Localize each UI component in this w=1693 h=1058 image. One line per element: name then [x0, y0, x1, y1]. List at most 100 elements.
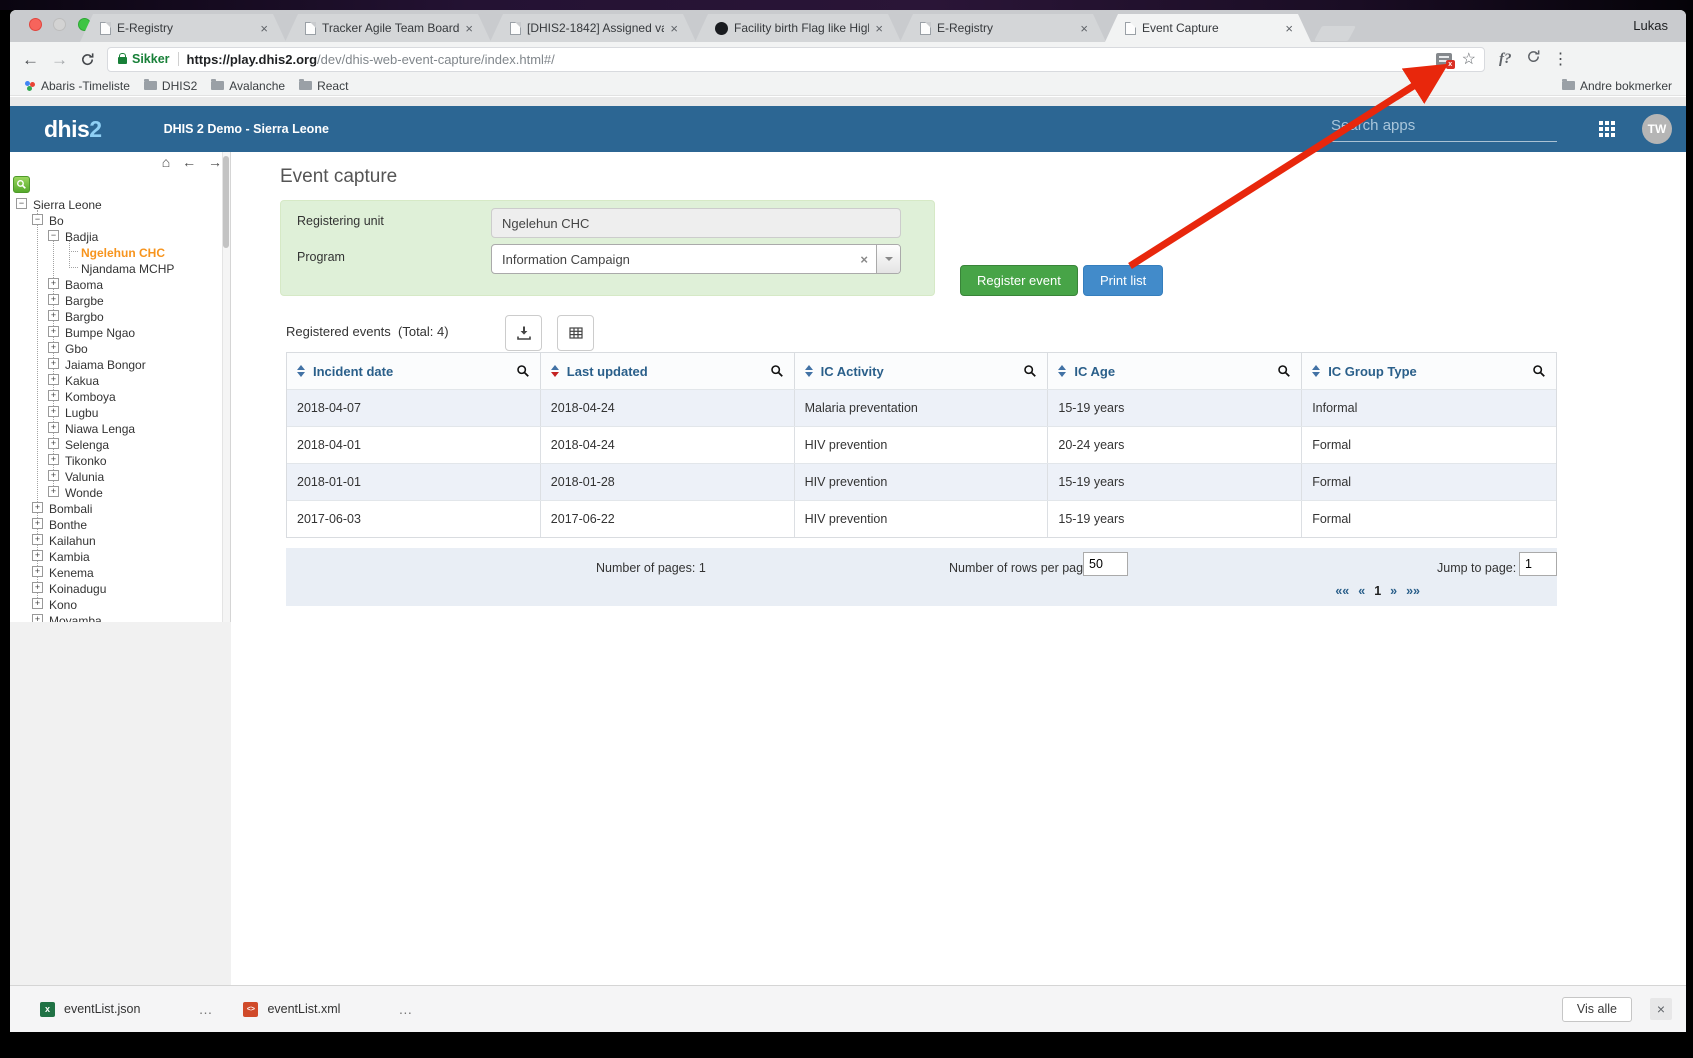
expander-icon[interactable]: +	[32, 614, 43, 622]
tree-item-bumpe-ngao[interactable]: +Bumpe Ngao	[10, 324, 222, 340]
tree-item-bo[interactable]: −Bo	[10, 212, 222, 228]
search-icon[interactable]	[516, 364, 530, 378]
bookmark-abaris-timeliste[interactable]: Abaris -Timeliste	[24, 79, 130, 93]
column-header-ic-activity[interactable]: IC Activity	[795, 353, 1049, 389]
download-menu-icon[interactable]: …	[398, 1001, 413, 1017]
tree-item-label[interactable]: Njandama MCHP	[78, 261, 177, 277]
show-all-downloads-button[interactable]: Vis alle	[1562, 997, 1632, 1022]
tree-item-moyamba[interactable]: +Moyamba	[10, 612, 222, 622]
search-icon[interactable]	[770, 364, 784, 378]
tree-item-komboya[interactable]: +Komboya	[10, 388, 222, 404]
jump-to-page-input[interactable]	[1519, 552, 1557, 576]
expander-icon[interactable]: +	[48, 406, 59, 417]
close-window-button[interactable]	[29, 18, 42, 31]
table-row[interactable]: 2018-04-012018-04-24HIV prevention20-24 …	[287, 426, 1556, 463]
browser-tab-facility-birth-flag-like-high-risk[interactable]: Facility birth Flag like High risk×	[695, 14, 901, 42]
apps-grid-icon[interactable]	[1599, 121, 1616, 138]
expander-icon[interactable]: +	[48, 486, 59, 497]
expander-icon[interactable]: +	[32, 518, 43, 529]
tree-item-label[interactable]: Koinadugu	[46, 581, 109, 597]
tree-item-valunia[interactable]: +Valunia	[10, 468, 222, 484]
browser-menu-icon[interactable]: ⋮	[1553, 49, 1569, 69]
expander-icon[interactable]: +	[32, 566, 43, 577]
browser-tab-e-registry[interactable]: E-Registry×	[900, 14, 1106, 42]
pager-item[interactable]: «	[1358, 584, 1365, 598]
tree-item-label[interactable]: Moyamba	[46, 613, 105, 622]
expander-icon[interactable]: +	[32, 598, 43, 609]
tree-item-label[interactable]: Lugbu	[62, 405, 101, 421]
registering-unit-field[interactable]	[491, 208, 901, 238]
table-row[interactable]: 2017-06-032017-06-22HIV prevention15-19 …	[287, 500, 1556, 537]
expander-icon[interactable]: +	[48, 326, 59, 337]
nav-back-icon[interactable]: ←	[182, 154, 196, 170]
expander-icon[interactable]: +	[48, 294, 59, 305]
tree-item-jaiama-bongor[interactable]: +Jaiama Bongor	[10, 356, 222, 372]
tab-close-icon[interactable]: ×	[875, 22, 883, 35]
nav-forward-icon[interactable]: →	[208, 154, 222, 170]
search-icon[interactable]	[1532, 364, 1546, 378]
tree-item-gbo[interactable]: +Gbo	[10, 340, 222, 356]
expander-icon[interactable]: +	[48, 470, 59, 481]
clear-selection-icon[interactable]: ×	[852, 252, 876, 267]
tab-close-icon[interactable]: ×	[260, 22, 268, 35]
tree-item-tikonko[interactable]: +Tikonko	[10, 452, 222, 468]
expander-icon[interactable]: +	[48, 422, 59, 433]
column-header-incident-date[interactable]: Incident date	[287, 353, 541, 389]
dropdown-arrow-icon[interactable]	[876, 245, 900, 273]
address-bar[interactable]: Sikker https://play.dhis2.org /dev/dhis-…	[107, 47, 1485, 72]
expander-icon[interactable]: −	[48, 230, 59, 241]
tree-item-kailahun[interactable]: +Kailahun	[10, 532, 222, 548]
tree-item-label[interactable]: Kenema	[46, 565, 97, 581]
sort-icon[interactable]	[1058, 365, 1066, 377]
home-icon[interactable]: ⌂	[162, 154, 170, 170]
dhis2-logo[interactable]: dhis2	[44, 116, 102, 143]
expander-icon[interactable]: +	[48, 454, 59, 465]
tree-item-label[interactable]: Kakua	[62, 373, 102, 389]
tree-item-label[interactable]: Selenga	[62, 437, 112, 453]
sort-icon[interactable]	[297, 365, 305, 377]
print-list-button[interactable]: Print list	[1083, 265, 1163, 296]
table-row[interactable]: 2018-04-072018-04-24Malaria preventation…	[287, 389, 1556, 426]
tree-item-kenema[interactable]: +Kenema	[10, 564, 222, 580]
browser-tab-dhis2-1842-assigned-values[interactable]: [DHIS2-1842] Assigned values×	[490, 14, 696, 42]
back-button-icon[interactable]: ←	[22, 51, 39, 68]
tree-item-label[interactable]: Jaiama Bongor	[62, 357, 149, 373]
tree-item-label[interactable]: Niawa Lenga	[62, 421, 138, 437]
tree-item-label[interactable]: Sierra Leone	[30, 197, 105, 213]
bookmark-star-icon[interactable]: ☆	[1462, 49, 1476, 69]
tree-scrollbar-thumb[interactable]	[223, 156, 229, 248]
download-menu-icon[interactable]: …	[198, 1001, 213, 1017]
tree-item-ngelehun-chc[interactable]: Ngelehun CHC	[10, 244, 222, 260]
tree-item-bargbo[interactable]: +Bargbo	[10, 308, 222, 324]
sort-icon[interactable]	[805, 365, 813, 377]
column-header-ic-age[interactable]: IC Age	[1048, 353, 1302, 389]
tree-scrollbar[interactable]	[222, 152, 230, 622]
expander-icon[interactable]: +	[48, 310, 59, 321]
table-row[interactable]: 2018-01-012018-01-28HIV prevention15-19 …	[287, 463, 1556, 500]
minimize-window-button[interactable]	[53, 18, 66, 31]
browser-tab-tracker-agile-team-board[interactable]: Tracker Agile Team Board™ - ×	[285, 14, 491, 42]
expander-icon[interactable]: +	[48, 390, 59, 401]
tree-item-kakua[interactable]: +Kakua	[10, 372, 222, 388]
expander-icon[interactable]: +	[32, 502, 43, 513]
reload-button-icon[interactable]	[80, 52, 95, 67]
tree-item-baoma[interactable]: +Baoma	[10, 276, 222, 292]
tree-item-label[interactable]: Kailahun	[46, 533, 99, 549]
bookmark-react[interactable]: React	[299, 79, 348, 93]
pager-item[interactable]: »	[1390, 584, 1397, 598]
expander-icon[interactable]: +	[32, 582, 43, 593]
tree-item-label[interactable]: Bargbo	[62, 309, 107, 325]
sort-icon[interactable]	[551, 365, 559, 377]
tree-item-label[interactable]: Ngelehun CHC	[78, 245, 168, 261]
close-shelf-icon[interactable]: ×	[1650, 998, 1672, 1020]
tree-item-label[interactable]: Bonthe	[46, 517, 90, 533]
tree-item-label[interactable]: Kono	[46, 597, 80, 613]
sort-icon[interactable]	[1312, 365, 1320, 377]
new-tab-button[interactable]	[1314, 26, 1356, 41]
column-header-last-updated[interactable]: Last updated	[541, 353, 795, 389]
tree-item-sierra-leone[interactable]: −Sierra Leone	[10, 196, 222, 212]
browser-tab-event-capture[interactable]: Event Capture×	[1105, 14, 1311, 42]
bookmark-dhis2[interactable]: DHIS2	[144, 79, 197, 93]
tree-item-label[interactable]: Bargbe	[62, 293, 107, 309]
pager-item[interactable]: ««	[1335, 584, 1349, 598]
